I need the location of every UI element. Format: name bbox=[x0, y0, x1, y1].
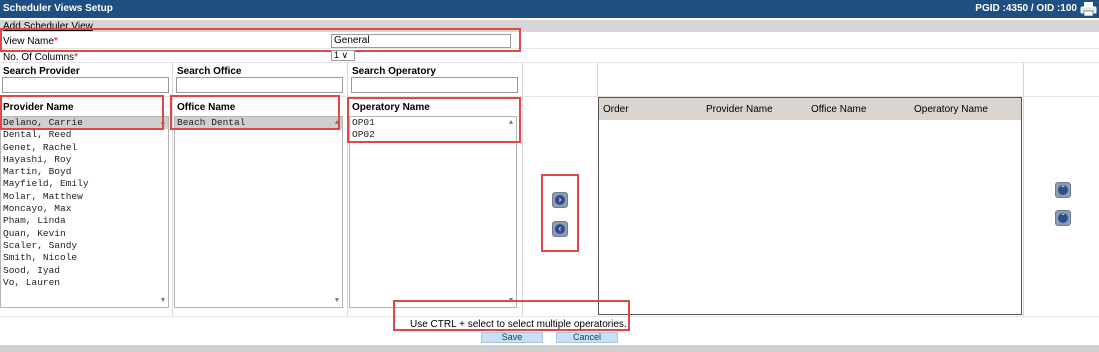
move-down-button[interactable]: ˇ bbox=[1055, 210, 1071, 226]
page-title: Scheduler Views Setup bbox=[3, 3, 113, 14]
operatory-listbox[interactable]: OP01 OP02 ▲ ▼ bbox=[349, 116, 517, 308]
highlight-move-buttons bbox=[541, 174, 579, 252]
search-operatory-label: Search Operatory bbox=[352, 66, 436, 77]
column-separator bbox=[1023, 62, 1024, 316]
grid-col-order: Order bbox=[603, 104, 629, 115]
grid-col-operatory: Operatory Name bbox=[914, 104, 988, 115]
highlight-operatory bbox=[347, 97, 521, 143]
column-separator bbox=[597, 62, 598, 97]
chevron-down-icon: ∨ bbox=[341, 50, 349, 60]
move-up-button[interactable]: ˆ bbox=[1055, 182, 1071, 198]
provider-list-item[interactable]: Dental, Reed bbox=[1, 129, 168, 141]
chevron-down-icon: ˇ bbox=[1058, 213, 1068, 223]
search-office-label: Search Office bbox=[177, 66, 242, 77]
title-bar bbox=[0, 0, 1099, 18]
search-provider-label: Search Provider bbox=[3, 66, 80, 77]
save-button[interactable]: Save bbox=[481, 332, 543, 343]
grid-col-office: Office Name bbox=[811, 104, 867, 115]
row-divider bbox=[0, 62, 1099, 63]
columns-select[interactable]: 1 ∨ bbox=[331, 50, 355, 61]
operatory-scrollbar[interactable]: ▲ ▼ bbox=[506, 117, 516, 307]
scroll-down-icon[interactable]: ▼ bbox=[159, 297, 167, 305]
columns-select-value: 1 bbox=[334, 50, 340, 60]
hint-text: Use CTRL + select to select multiple ope… bbox=[410, 319, 627, 330]
provider-listbox[interactable]: Delano, Carrie Dental, Reed Genet, Rachel H… bbox=[0, 116, 169, 308]
page-ids: PGID :4350 / OID :100 bbox=[975, 3, 1077, 14]
scroll-down-icon[interactable]: ▼ bbox=[333, 297, 341, 305]
provider-list-item[interactable]: Moncayo, Max bbox=[1, 203, 168, 215]
grid-col-provider: Provider Name bbox=[706, 104, 773, 115]
provider-list-item[interactable]: Vo, Lauren bbox=[1, 277, 168, 289]
provider-list-item[interactable]: Pham, Linda bbox=[1, 215, 168, 227]
chevron-up-icon: ˆ bbox=[1058, 185, 1068, 195]
provider-list-item[interactable]: Sood, Iyad bbox=[1, 265, 168, 277]
search-operatory-input[interactable] bbox=[351, 77, 518, 93]
provider-list-item[interactable]: Molar, Matthew bbox=[1, 191, 168, 203]
highlight-office bbox=[170, 95, 340, 130]
highlight-view-name bbox=[0, 28, 521, 52]
provider-list-item[interactable]: Genet, Rachel bbox=[1, 142, 168, 154]
provider-list-item[interactable]: Smith, Nicole bbox=[1, 252, 168, 264]
footer-bar bbox=[0, 345, 1099, 352]
provider-list-item[interactable]: Mayfield, Emily bbox=[1, 178, 168, 190]
provider-list-item[interactable]: Hayashi, Roy bbox=[1, 154, 168, 166]
provider-scrollbar[interactable]: ▲ ▼ bbox=[158, 117, 168, 307]
printer-icon[interactable] bbox=[1080, 1, 1097, 17]
highlight-provider bbox=[0, 95, 164, 130]
selected-views-grid[interactable] bbox=[598, 97, 1022, 315]
column-separator bbox=[522, 62, 523, 316]
search-provider-input[interactable] bbox=[2, 77, 169, 93]
provider-list-item[interactable]: Quan, Kevin bbox=[1, 228, 168, 240]
provider-list-item[interactable]: Martin, Boyd bbox=[1, 166, 168, 178]
office-listbox[interactable]: Beach Dental ▲ ▼ bbox=[174, 116, 343, 308]
provider-list-item[interactable]: Scaler, Sandy bbox=[1, 240, 168, 252]
office-scrollbar[interactable]: ▲ ▼ bbox=[332, 117, 342, 307]
cancel-button[interactable]: Cancel bbox=[556, 332, 618, 343]
search-office-input[interactable] bbox=[176, 77, 343, 93]
